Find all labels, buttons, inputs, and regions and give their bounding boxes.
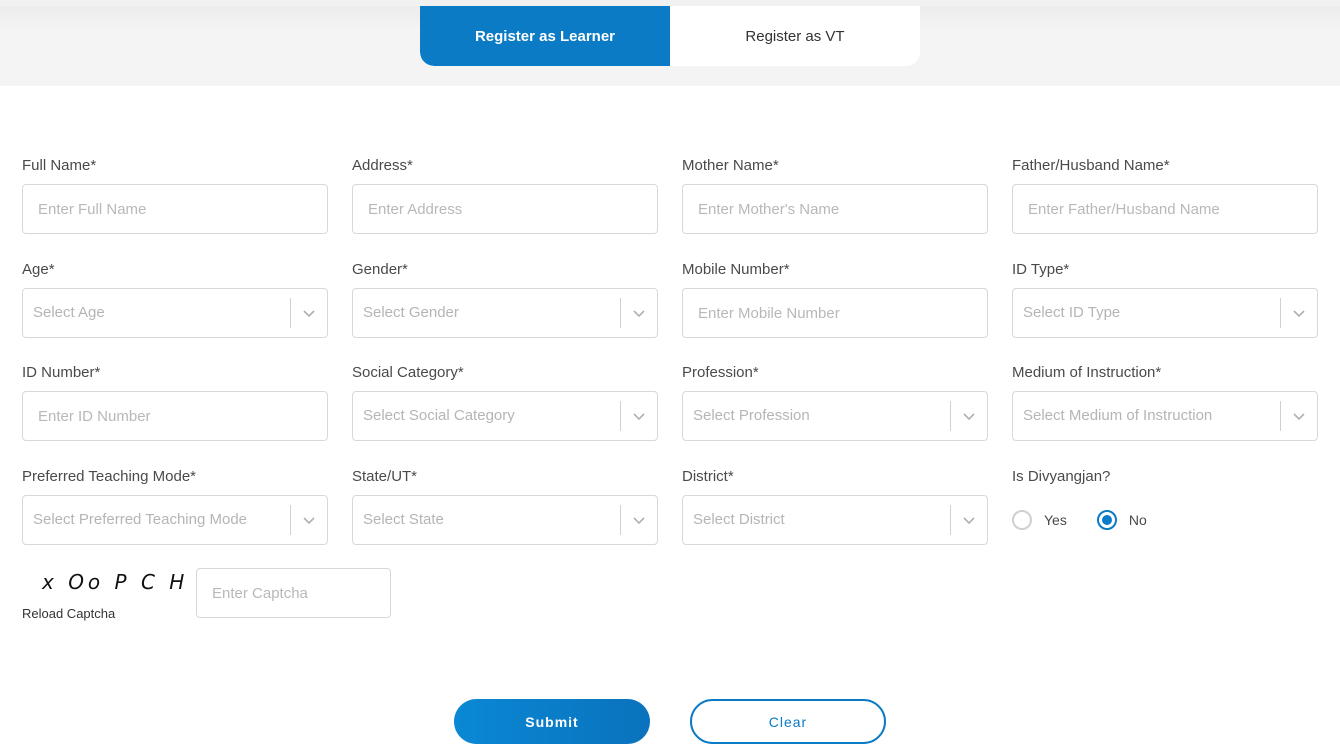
teaching-mode-label: Preferred Teaching Mode* bbox=[22, 468, 196, 485]
mother-name-field: Mother Name* bbox=[682, 156, 988, 234]
state-placeholder: Select State bbox=[363, 511, 444, 528]
mother-name-input[interactable] bbox=[683, 185, 987, 233]
chevron-down-icon[interactable] bbox=[1291, 409, 1307, 423]
profession-field: Profession* Select Profession bbox=[682, 363, 988, 441]
full-name-input[interactable] bbox=[23, 185, 327, 233]
address-label: Address* bbox=[352, 157, 413, 174]
medium-label: Medium of Instruction* bbox=[1012, 364, 1162, 381]
teaching-mode-select[interactable]: Select Preferred Teaching Mode bbox=[22, 495, 328, 545]
mobile-field: Mobile Number* bbox=[682, 260, 988, 338]
social-category-select[interactable]: Select Social Category bbox=[352, 391, 658, 441]
state-label: State/UT* bbox=[352, 468, 418, 485]
age-placeholder: Select Age bbox=[33, 304, 105, 321]
divyangjan-radio-group: Yes No bbox=[1012, 510, 1147, 530]
captcha-image: x Oo P C H bbox=[42, 570, 189, 594]
radio-no[interactable] bbox=[1096, 510, 1117, 530]
mother-name-label: Mother Name* bbox=[682, 157, 779, 174]
select-separator bbox=[950, 401, 951, 431]
select-separator bbox=[950, 505, 951, 535]
id-type-label: ID Type* bbox=[1012, 261, 1070, 278]
tab-register-learner[interactable]: Register as Learner bbox=[420, 6, 670, 66]
divyangjan-label: Is Divyangjan? bbox=[1012, 468, 1111, 485]
profession-label: Profession* bbox=[682, 364, 759, 381]
state-field: State/UT* Select State bbox=[352, 467, 658, 545]
chevron-down-icon[interactable] bbox=[301, 513, 317, 527]
mobile-label: Mobile Number* bbox=[682, 261, 790, 278]
divyangjan-field: Is Divyangjan? bbox=[1012, 467, 1318, 487]
select-separator bbox=[1280, 401, 1281, 431]
medium-select[interactable]: Select Medium of Instruction bbox=[1012, 391, 1318, 441]
gender-field: Gender* Select Gender bbox=[352, 260, 658, 338]
social-category-placeholder: Select Social Category bbox=[363, 407, 515, 424]
radio-yes[interactable] bbox=[1012, 510, 1032, 530]
chevron-down-icon[interactable] bbox=[961, 513, 977, 527]
chevron-down-icon[interactable] bbox=[631, 409, 647, 423]
full-name-label: Full Name* bbox=[22, 157, 97, 174]
chevron-down-icon[interactable] bbox=[961, 409, 977, 423]
teaching-mode-placeholder: Select Preferred Teaching Mode bbox=[33, 511, 248, 528]
profession-select[interactable]: Select Profession bbox=[682, 391, 988, 441]
father-name-label: Father/Husband Name* bbox=[1012, 157, 1170, 174]
profession-placeholder: Select Profession bbox=[693, 407, 810, 424]
chevron-down-icon[interactable] bbox=[1291, 306, 1307, 320]
district-label: District* bbox=[682, 468, 734, 485]
state-select[interactable]: Select State bbox=[352, 495, 658, 545]
chevron-down-icon[interactable] bbox=[301, 306, 317, 320]
address-input[interactable] bbox=[353, 185, 657, 233]
radio-yes-label: Yes bbox=[1044, 512, 1067, 528]
age-field: Age* Select Age bbox=[22, 260, 328, 338]
clear-button[interactable]: Clear bbox=[690, 699, 886, 744]
captcha-input[interactable] bbox=[197, 569, 390, 617]
id-number-input[interactable] bbox=[23, 392, 327, 440]
medium-field: Medium of Instruction* Select Medium of … bbox=[1012, 363, 1318, 441]
mobile-input[interactable] bbox=[683, 289, 987, 337]
father-name-field: Father/Husband Name* bbox=[1012, 156, 1318, 234]
gender-select[interactable]: Select Gender bbox=[352, 288, 658, 338]
submit-button[interactable]: Submit bbox=[454, 699, 650, 744]
id-type-select[interactable]: Select ID Type bbox=[1012, 288, 1318, 338]
reload-captcha-link[interactable]: Reload Captcha bbox=[22, 606, 115, 621]
address-field: Address* bbox=[352, 156, 658, 234]
id-type-field: ID Type* Select ID Type bbox=[1012, 260, 1318, 338]
district-field: District* Select District bbox=[682, 467, 988, 545]
radio-no-label: No bbox=[1128, 512, 1147, 528]
select-separator bbox=[620, 401, 621, 431]
tab-register-vt[interactable]: Register as VT bbox=[670, 6, 920, 66]
father-name-input[interactable] bbox=[1013, 185, 1317, 233]
id-number-label: ID Number* bbox=[22, 364, 101, 381]
age-select[interactable]: Select Age bbox=[22, 288, 328, 338]
gender-placeholder: Select Gender bbox=[363, 304, 459, 321]
select-separator bbox=[620, 298, 621, 328]
registration-tabs: Register as Learner Register as VT bbox=[420, 6, 920, 66]
age-label: Age* bbox=[22, 261, 55, 278]
select-separator bbox=[290, 505, 291, 535]
select-separator bbox=[290, 298, 291, 328]
chevron-down-icon[interactable] bbox=[631, 306, 647, 320]
teaching-mode-field: Preferred Teaching Mode* Select Preferre… bbox=[22, 467, 328, 545]
social-category-field: Social Category* Select Social Category bbox=[352, 363, 658, 441]
full-name-field: Full Name* bbox=[22, 156, 328, 234]
chevron-down-icon[interactable] bbox=[631, 513, 647, 527]
id-number-field: ID Number* bbox=[22, 363, 328, 441]
gender-label: Gender* bbox=[352, 261, 408, 278]
select-separator bbox=[1280, 298, 1281, 328]
id-type-placeholder: Select ID Type bbox=[1023, 304, 1121, 321]
district-placeholder: Select District bbox=[693, 511, 785, 528]
district-select[interactable]: Select District bbox=[682, 495, 988, 545]
social-category-label: Social Category* bbox=[352, 364, 464, 381]
select-separator bbox=[620, 505, 621, 535]
medium-placeholder: Select Medium of Instruction bbox=[1023, 407, 1213, 424]
